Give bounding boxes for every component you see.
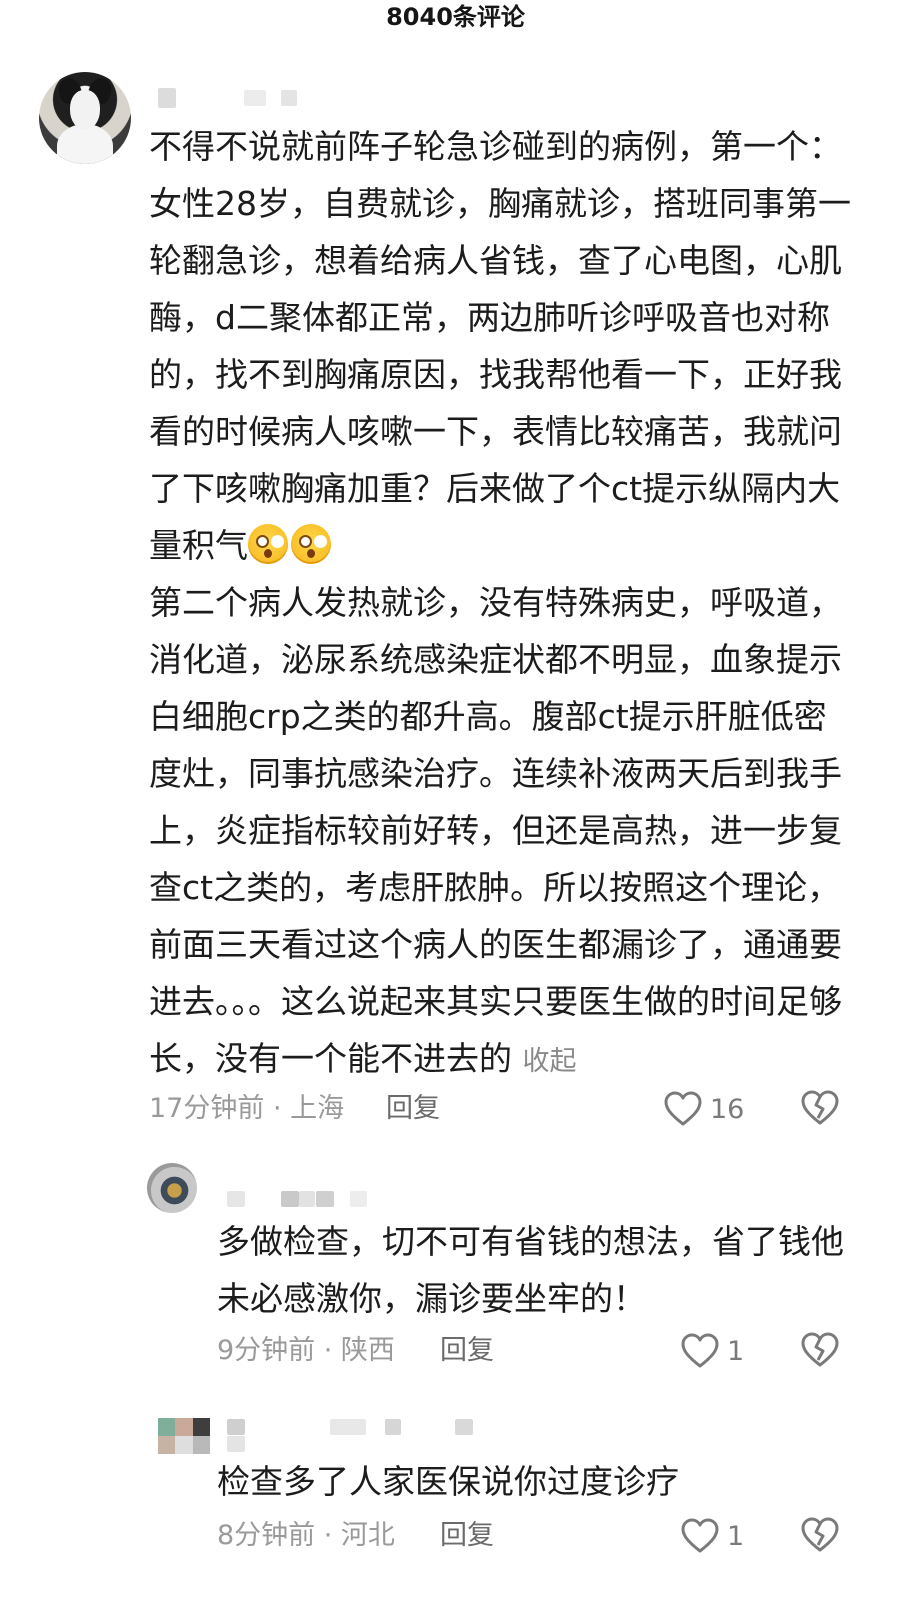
comment-count-title: 8040条评论 bbox=[386, 3, 525, 31]
astonished-emoji-icon bbox=[291, 524, 331, 564]
broken-heart-icon bbox=[801, 1517, 839, 1552]
dislike-button[interactable] bbox=[801, 1332, 839, 1370]
reply-button[interactable]: 回复 bbox=[440, 1518, 494, 1554]
reply-button[interactable]: 回复 bbox=[440, 1333, 494, 1369]
astonished-emoji-icon bbox=[248, 524, 288, 564]
reply-avatar[interactable] bbox=[147, 1163, 197, 1213]
comment-time-location: 17分钟前 · 上海 bbox=[149, 1093, 345, 1124]
reply-time-location: 9分钟前 · 陕西 bbox=[217, 1335, 395, 1366]
broken-heart-icon bbox=[801, 1332, 839, 1367]
reply-avatar[interactable] bbox=[158, 1418, 210, 1454]
collapse-link[interactable]: 收起 bbox=[523, 1046, 577, 1077]
like-count: 16 bbox=[710, 1093, 745, 1125]
reply-time-location: 8分钟前 · 河北 bbox=[217, 1520, 395, 1551]
user-avatar[interactable] bbox=[39, 72, 131, 164]
like-button[interactable]: 1 bbox=[681, 1516, 744, 1556]
heart-outline-icon bbox=[681, 1333, 719, 1368]
comment-body: 不得不说就前阵子轮急诊碰到的病例，第一个：女性28岁，自费就诊，胸痛就诊，搭班同… bbox=[149, 118, 859, 1090]
broken-heart-icon bbox=[801, 1090, 839, 1125]
reply-body: 检查多了人家医保说你过度诊疗 bbox=[217, 1462, 679, 1501]
reply-button[interactable]: 回复 bbox=[386, 1091, 440, 1127]
reply-body: 多做检查，切不可有省钱的想法，省了钱他未必感激你，漏诊要坐牢的！ bbox=[217, 1222, 844, 1318]
comment-paragraph-1: 不得不说就前阵子轮急诊碰到的病例，第一个：女性28岁，自费就诊，胸痛就诊，搭班同… bbox=[149, 127, 851, 565]
heart-outline-icon bbox=[664, 1091, 702, 1126]
like-count: 1 bbox=[727, 1520, 745, 1552]
like-button[interactable]: 1 bbox=[681, 1331, 744, 1371]
dislike-button[interactable] bbox=[801, 1090, 839, 1128]
like-count: 1 bbox=[727, 1335, 745, 1367]
heart-outline-icon bbox=[681, 1518, 719, 1553]
like-button[interactable]: 16 bbox=[664, 1089, 744, 1129]
dislike-button[interactable] bbox=[801, 1517, 839, 1555]
comment-paragraph-2: 第二个病人发热就诊，没有特殊病史，呼吸道，消化道，泌尿系统感染症状都不明显，血象… bbox=[149, 583, 842, 1078]
